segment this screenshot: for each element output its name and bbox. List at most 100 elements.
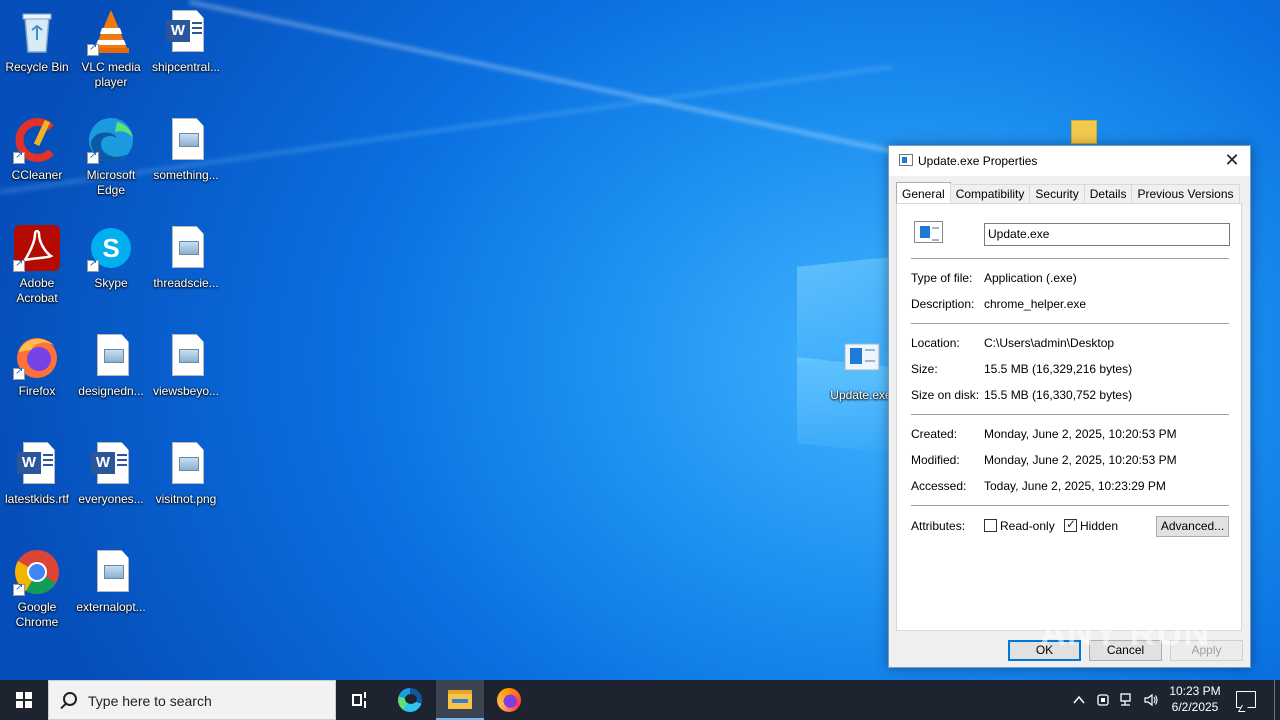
location-value: C:\Users\admin\Desktop — [984, 336, 1115, 350]
task-view-button[interactable] — [336, 680, 384, 720]
general-tab-panel: Update.exe Type of file: Application (.e… — [896, 203, 1242, 631]
size-value: 15.5 MB (16,329,216 bytes) — [984, 362, 1133, 376]
close-icon[interactable]: ✕ — [1222, 150, 1242, 170]
location-label: Location: — [911, 336, 960, 350]
hidden-label[interactable]: Hidden — [1080, 519, 1118, 533]
description-label: Description: — [911, 297, 975, 311]
desktop-icon-externalopt[interactable]: externalopt... — [74, 548, 148, 615]
desktop-icon-ccleaner[interactable]: CCleaner — [0, 116, 74, 183]
desktop-icon-label: shipcentral... — [151, 60, 221, 74]
desktop-icon-label: Adobe Acrobat — [16, 276, 58, 305]
image-file-icon — [162, 116, 210, 164]
size-on-disk-label: Size on disk: — [911, 388, 980, 402]
tab-compatibility[interactable]: Compatibility — [949, 184, 1031, 204]
attributes-label: Attributes: — [911, 519, 966, 533]
word-document-icon: W — [162, 8, 210, 56]
divider — [911, 323, 1229, 324]
shortcut-arrow-icon — [13, 258, 25, 272]
divider — [911, 258, 1229, 259]
tab-general[interactable]: General — [896, 182, 951, 204]
dialog-title: Update.exe Properties — [918, 154, 1038, 168]
readonly-checkbox[interactable] — [984, 519, 997, 532]
desktop-icon-update-exe[interactable]: Update.exe — [824, 336, 898, 403]
anyrun-watermark: ANY RUN — [1040, 612, 1211, 653]
word-document-icon: W — [13, 440, 61, 488]
desktop-icon-shipcentral[interactable]: W shipcentral... — [149, 8, 223, 75]
desktop-icon-adobe-acrobat[interactable]: Adobe Acrobat — [0, 224, 74, 306]
application-icon — [899, 154, 913, 166]
hidden-checkbox[interactable] — [1064, 517, 1077, 532]
created-value: Monday, June 2, 2025, 10:20:53 PM — [984, 427, 1177, 441]
desktop-icon-label: Microsoft Edge — [86, 168, 136, 197]
modified-label: Modified: — [911, 453, 960, 467]
description-value: chrome_helper.exe — [984, 297, 1087, 311]
desktop-icon-firefox[interactable]: Firefox — [0, 332, 74, 399]
edge-icon — [87, 116, 135, 164]
desktop-icon-label: CCleaner — [11, 168, 63, 182]
desktop-icon-google-chrome[interactable]: Google Chrome — [0, 548, 74, 630]
desktop-icon-threadscie[interactable]: threadscie... — [149, 224, 223, 291]
modified-value: Monday, June 2, 2025, 10:20:53 PM — [984, 453, 1177, 467]
dialog-titlebar[interactable]: Update.exe Properties ✕ — [889, 146, 1250, 176]
desktop-icon-latestkids[interactable]: W latestkids.rtf — [0, 440, 74, 507]
shortcut-arrow-icon — [13, 150, 25, 164]
shortcut-arrow-icon — [87, 42, 99, 56]
network-icon[interactable] — [1119, 692, 1135, 708]
folder-icon[interactable] — [1071, 120, 1097, 144]
acrobat-icon — [13, 224, 61, 272]
ccleaner-icon — [13, 116, 61, 164]
type-value: Application (.exe) — [984, 271, 1077, 285]
desktop-icon-label: visitnot.png — [155, 492, 217, 506]
taskbar-search-box[interactable]: Type here to search — [48, 680, 336, 720]
edge-icon — [398, 688, 422, 712]
start-button[interactable] — [0, 680, 48, 720]
search-placeholder: Type here to search — [88, 693, 212, 709]
desktop-icon-visitnot[interactable]: visitnot.png — [149, 440, 223, 507]
divider — [911, 505, 1229, 506]
tab-strip: General Compatibility Security Details P… — [896, 182, 1240, 204]
chevron-up-icon[interactable] — [1071, 692, 1087, 708]
desktop-icon-everyones[interactable]: W everyones... — [74, 440, 148, 507]
taskbar-file-explorer-button[interactable] — [436, 680, 484, 720]
system-clock[interactable]: 10:23 PM 6/2/2025 — [1160, 683, 1230, 715]
desktop-icon-label: externalopt... — [76, 600, 146, 614]
shortcut-arrow-icon — [87, 150, 99, 164]
taskbar-edge-button[interactable] — [386, 680, 434, 720]
desktop-icon-something[interactable]: something... — [149, 116, 223, 183]
tab-details[interactable]: Details — [1083, 184, 1133, 204]
tab-security[interactable]: Security — [1029, 184, 1085, 204]
desktop-icon-label: threadscie... — [153, 276, 219, 290]
desktop-icon-viewsbeyo[interactable]: viewsbeyo... — [149, 332, 223, 399]
shortcut-arrow-icon — [13, 582, 25, 596]
taskbar-firefox-button[interactable] — [485, 680, 533, 720]
image-file-icon — [162, 440, 210, 488]
desktop-icon-label: everyones... — [78, 492, 144, 506]
clock-time: 10:23 PM — [1169, 684, 1221, 698]
desktop-icon-microsoft-edge[interactable]: Microsoft Edge — [74, 116, 148, 198]
accessed-label: Accessed: — [911, 479, 967, 493]
chrome-icon — [13, 548, 61, 596]
image-file-icon — [162, 224, 210, 272]
divider — [911, 414, 1229, 415]
desktop-icon-label: designedn... — [78, 384, 144, 398]
clock-date: 6/2/2025 — [1171, 700, 1219, 714]
properties-dialog: Update.exe Properties ✕ General Compatib… — [888, 145, 1251, 668]
usb-device-icon[interactable] — [1095, 692, 1111, 708]
desktop-icon-skype[interactable]: S Skype — [74, 224, 148, 291]
advanced-button[interactable]: Advanced... — [1156, 516, 1229, 537]
desktop-icon-vlc[interactable]: VLC media player — [74, 8, 148, 90]
notification-center-icon[interactable] — [1236, 691, 1256, 708]
search-icon — [63, 692, 77, 706]
readonly-label[interactable]: Read-only — [1000, 519, 1055, 533]
shortcut-arrow-icon — [13, 366, 25, 380]
taskbar: Type here to search 10:23 PM 6/2/2025 — [0, 680, 1280, 720]
tab-previous-versions[interactable]: Previous Versions — [1131, 184, 1240, 204]
volume-icon[interactable] — [1143, 692, 1159, 708]
desktop-icon-designedn[interactable]: designedn... — [74, 332, 148, 399]
show-desktop-button[interactable] — [1274, 680, 1275, 720]
desktop-icon-recycle-bin[interactable]: Recycle Bin — [0, 8, 74, 75]
desktop-icon-label: Update.exe — [830, 388, 892, 402]
svg-text:S: S — [102, 233, 119, 263]
file-name-field[interactable]: Update.exe — [984, 223, 1230, 246]
task-view-icon — [352, 692, 368, 708]
